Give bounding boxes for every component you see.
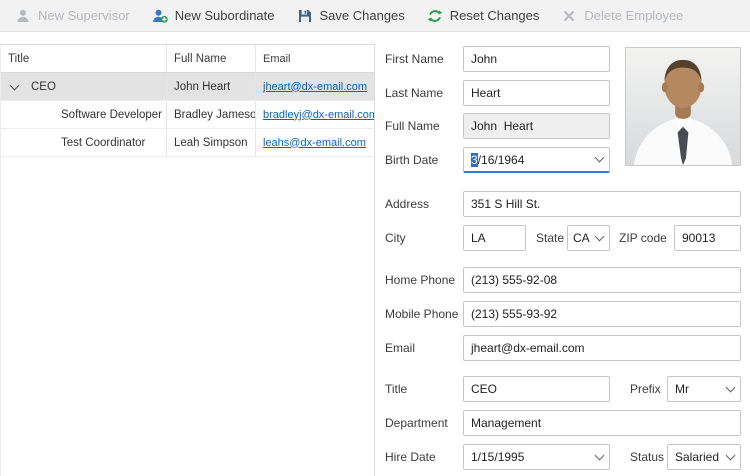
user-plus-icon [152,8,168,24]
collapse-icon[interactable] [10,80,20,90]
save-icon [297,8,313,24]
department-field[interactable]: Management [463,410,741,436]
tree-header: Title Full Name Email [1,45,374,73]
selected-text: 3 [471,153,478,167]
status-value: Salaried [675,445,723,469]
reset-changes-button[interactable]: Reset Changes [416,0,551,32]
user-icon [15,8,31,24]
new-subordinate-button[interactable]: New Subordinate [141,0,286,32]
refresh-icon [427,8,443,24]
full-name-field[interactable]: John Heart [463,113,610,139]
state-label: State [536,225,564,251]
state-field[interactable]: CA [567,225,610,251]
tree-row-ceo[interactable]: CEO John Heart jheart@dx-email.com [1,73,374,101]
delete-employee-button[interactable]: Delete Employee [550,0,694,32]
email-link[interactable]: jheart@dx-email.com [263,81,367,93]
prefix-label: Prefix [630,376,661,402]
toolbar-button-label: Reset Changes [450,8,540,23]
full-name-cell: Bradley Jameson [167,101,256,128]
hire-date-field[interactable]: 1/15/1995 [463,444,610,470]
zip-field[interactable]: 90013 [674,225,741,251]
tree-row-test-coordinator[interactable]: Test Coordinator Leah Simpson leahs@dx-e… [1,129,374,157]
birth-date-label: Birth Date [385,147,438,173]
mobile-phone-field[interactable]: (213) 555-93-92 [463,301,741,327]
prefix-value: Mr [675,377,723,401]
chevron-down-icon[interactable] [595,450,605,460]
email-link[interactable]: bradleyj@dx-email.com [263,109,374,121]
chevron-down-icon[interactable] [726,382,736,392]
chevron-down-icon[interactable] [595,153,605,163]
email-cell: leahs@dx-email.com [256,129,374,156]
address-field[interactable]: 351 S Hill St. [463,191,741,217]
full-name-label: Full Name [385,113,440,139]
prefix-field[interactable]: Mr [667,376,741,402]
chevron-down-icon[interactable] [595,231,605,241]
x-icon [561,8,577,24]
department-label: Department [385,410,448,436]
email-label: Email [385,335,415,361]
full-name-cell: Leah Simpson [167,129,256,156]
toolbar-button-label: Delete Employee [584,8,683,23]
title-text: CEO [31,81,56,93]
address-label: Address [385,191,429,217]
status-label: Status [630,444,664,470]
mobile-phone-label: Mobile Phone [385,301,458,327]
zip-label: ZIP code [619,225,667,251]
title-cell: Software Developer [1,101,167,128]
portrait-image [626,48,740,165]
status-field[interactable]: Salaried [667,444,741,470]
city-label: City [385,225,406,251]
birth-date-field[interactable]: 3/16/1964 [463,147,610,173]
employee-photo[interactable] [625,47,741,166]
title-cell: CEO [1,73,167,100]
last-name-field[interactable]: Heart [463,80,610,106]
home-phone-label: Home Phone [385,267,455,293]
new-supervisor-button[interactable]: New Supervisor [4,0,141,32]
title-cell: Test Coordinator [1,129,167,156]
toolbar-button-label: New Supervisor [38,8,130,23]
column-header-email[interactable]: Email [256,45,374,72]
column-header-full-name[interactable]: Full Name [167,45,256,72]
toolbar-button-label: Save Changes [320,8,405,23]
column-header-title[interactable]: Title [1,45,167,72]
hire-date-value: 1/15/1995 [471,445,592,469]
first-name-label: First Name [385,46,444,72]
birth-date-value: 3/16/1964 [471,149,592,171]
rest-text: /16/1964 [478,153,525,167]
home-phone-field[interactable]: (213) 555-92-08 [463,267,741,293]
toolbar-button-label: New Subordinate [175,8,275,23]
last-name-label: Last Name [385,80,443,106]
title-label: Title [385,376,407,402]
tree-row-software-developer[interactable]: Software Developer Bradley Jameson bradl… [1,101,374,129]
email-link[interactable]: leahs@dx-email.com [263,137,366,149]
email-cell: jheart@dx-email.com [256,73,374,100]
hire-date-label: Hire Date [385,444,436,470]
employee-tree: Title Full Name Email CEO John Heart jhe… [0,44,375,476]
first-name-field[interactable]: John [463,46,610,72]
chevron-down-icon[interactable] [726,450,736,460]
state-value: CA [573,226,592,250]
email-cell: bradleyj@dx-email.com [256,101,374,128]
toolbar: New Supervisor New Subordinate Save Chan… [0,0,750,32]
full-name-cell: John Heart [167,73,256,100]
email-field[interactable]: jheart@dx-email.com [463,335,741,361]
save-changes-button[interactable]: Save Changes [286,0,416,32]
city-field[interactable]: LA [463,225,526,251]
title-field[interactable]: CEO [463,376,610,402]
